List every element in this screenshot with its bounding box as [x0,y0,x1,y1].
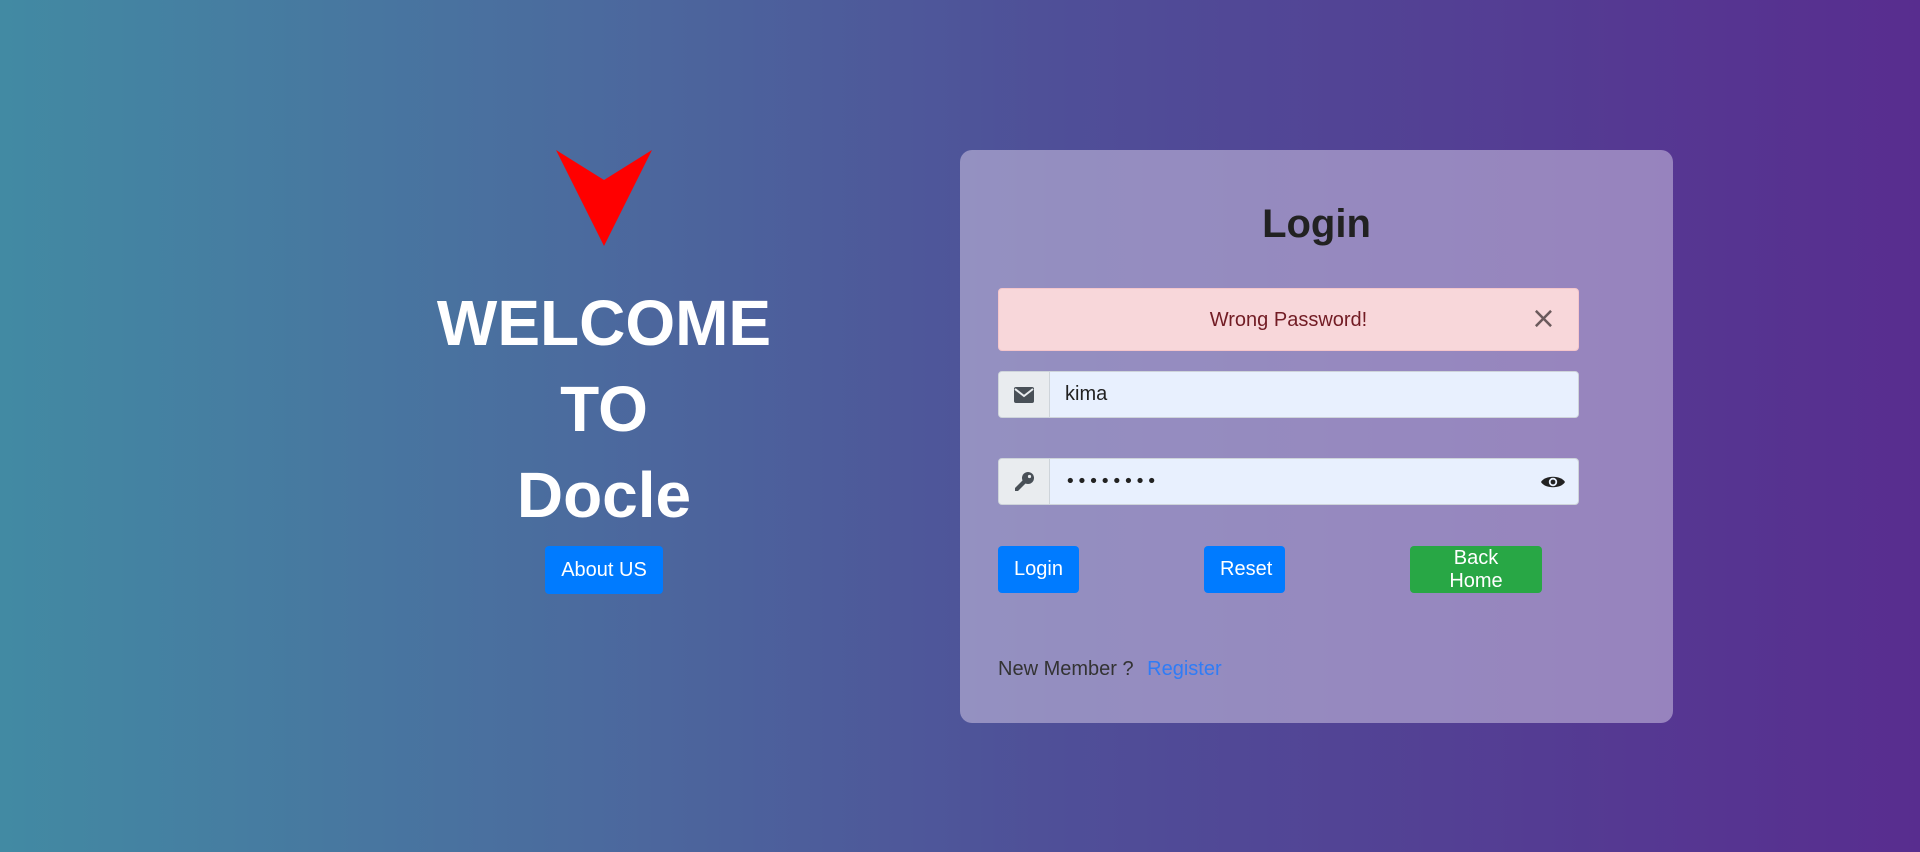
password-field[interactable] [1050,459,1528,504]
email-addon [999,372,1050,417]
password-addon [999,459,1050,504]
username-field[interactable] [1050,372,1578,417]
login-title: Login [1262,202,1371,246]
register-prompt-row: New Member ? Register [998,658,1222,681]
password-input-group [998,458,1579,505]
welcome-heading: WELCOME TO Docle [390,280,818,538]
alert-close-icon[interactable]: × [1531,303,1556,335]
about-us-button[interactable]: About US [545,546,663,594]
register-prompt: New Member ? [998,658,1134,680]
welcome-panel: WELCOME TO Docle About US [390,150,818,594]
eye-icon [1541,476,1565,487]
welcome-line-2: Docle [516,459,692,531]
welcome-line-1: WELCOME TO [436,287,772,445]
alert-message: Wrong Password! [1209,309,1368,331]
register-link[interactable]: Register [1147,658,1221,680]
key-icon [1015,471,1034,491]
email-input-group [998,371,1579,418]
chevron-down-logo-icon [556,150,652,246]
error-alert: Wrong Password! × [998,288,1579,351]
reset-button[interactable]: Reset [1204,546,1285,593]
back-home-button[interactable]: Back Home [1410,546,1542,593]
login-card: Login Wrong Password! × kima Login Reset… [960,150,1673,723]
page-background: WELCOME TO Docle About US Login Wrong Pa… [0,0,1920,852]
login-button[interactable]: Login [998,546,1079,593]
toggle-password-visibility[interactable] [1528,459,1578,504]
envelope-icon [1014,386,1034,403]
